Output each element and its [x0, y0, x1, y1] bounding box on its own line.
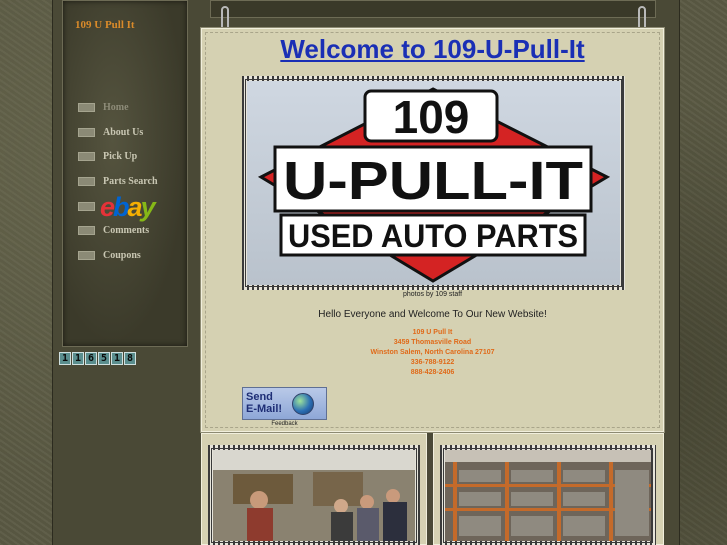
- sign-photo-frame: 109 U-PULL-IT USED AUTO PARTS: [242, 76, 625, 290]
- ebay-letter: a: [127, 192, 143, 222]
- nav-tab-icon: [78, 225, 95, 235]
- address-line: Winston Salem, North Carolina 27107: [370, 349, 495, 356]
- warehouse-photo-graphic: [445, 450, 651, 541]
- bottom-card-left: [201, 433, 427, 545]
- feedback-label: Feedback: [271, 421, 298, 427]
- nav-item-comments[interactable]: Comments: [78, 223, 149, 237]
- counter-digit: 1: [59, 352, 71, 365]
- counter-digit: 6: [85, 352, 97, 365]
- photo-warehouse: [445, 450, 651, 541]
- nav-label: Home: [103, 101, 129, 113]
- nav-tab-icon: [78, 201, 95, 211]
- globe-icon: [292, 393, 314, 415]
- ebay-letter: b: [113, 192, 129, 222]
- counter-digit: 5: [98, 352, 110, 365]
- nav-tab-icon: [78, 250, 95, 260]
- send-email-label: Send E-Mail!: [246, 391, 282, 415]
- ebay-letter: e: [100, 192, 115, 222]
- sign-number: 109: [393, 91, 470, 143]
- sign-graphic: 109 U-PULL-IT USED AUTO PARTS: [257, 87, 611, 283]
- main-content-card: Welcome to 109-U-Pull-It 109 U-PULL-IT U…: [201, 28, 664, 432]
- greeting-text: Hello Everyone and Welcome To Our New We…: [318, 309, 547, 320]
- send-email-button[interactable]: Send E-Mail!: [242, 387, 327, 420]
- counter-digit: 1: [72, 352, 84, 365]
- photo-office: [213, 450, 415, 541]
- nav-item-parts-search[interactable]: Parts Search: [78, 174, 158, 188]
- nav-item-pick-up[interactable]: Pick Up: [78, 149, 137, 163]
- page-title[interactable]: Welcome to 109-U-Pull-It: [202, 34, 663, 65]
- sign-photo: 109 U-PULL-IT USED AUTO PARTS: [247, 81, 620, 285]
- hit-counter: 1 1 6 5 1 8: [59, 352, 136, 365]
- nav-label: About Us: [103, 126, 144, 138]
- photo-frame: [208, 445, 420, 545]
- nav-tab-icon: [78, 102, 95, 112]
- nav-item-coupons[interactable]: Coupons: [78, 248, 141, 262]
- sign-subtitle: USED AUTO PARTS: [288, 218, 578, 254]
- top-bar: [210, 0, 656, 18]
- phone-line: 336-788-9122: [410, 359, 455, 366]
- ebay-logo[interactable]: ebay: [100, 192, 174, 222]
- photo-credit: photos by 109 staff: [402, 291, 463, 298]
- nav-tab-icon: [78, 127, 95, 137]
- send-email-line1: Send: [246, 391, 273, 403]
- nav-label: Coupons: [103, 249, 141, 261]
- bottom-card-right: [433, 433, 664, 545]
- send-email-line2: E-Mail!: [246, 403, 283, 415]
- ebay-letter: y: [140, 192, 156, 222]
- nav-item-about-us[interactable]: About Us: [78, 125, 143, 139]
- nav-label: Pick Up: [103, 150, 138, 162]
- counter-digit: 8: [124, 352, 136, 365]
- counter-digit: 1: [111, 352, 123, 365]
- office-photo-graphic: [213, 450, 415, 541]
- photo-frame: [440, 445, 656, 545]
- nav-label: Parts Search: [103, 175, 158, 187]
- nav-tab-icon: [78, 176, 95, 186]
- nav-item-home[interactable]: Home: [78, 100, 129, 114]
- sign-name: U-PULL-IT: [283, 151, 583, 211]
- nav-tab-icon: [78, 151, 95, 161]
- address-line: 3459 Thomasville Road: [393, 339, 472, 346]
- address-line: 109 U Pull It: [412, 329, 453, 336]
- site-name: 109 U Pull It: [75, 19, 135, 31]
- nav-label: Comments: [103, 224, 150, 236]
- phone-line: 888-428-2406: [410, 369, 455, 376]
